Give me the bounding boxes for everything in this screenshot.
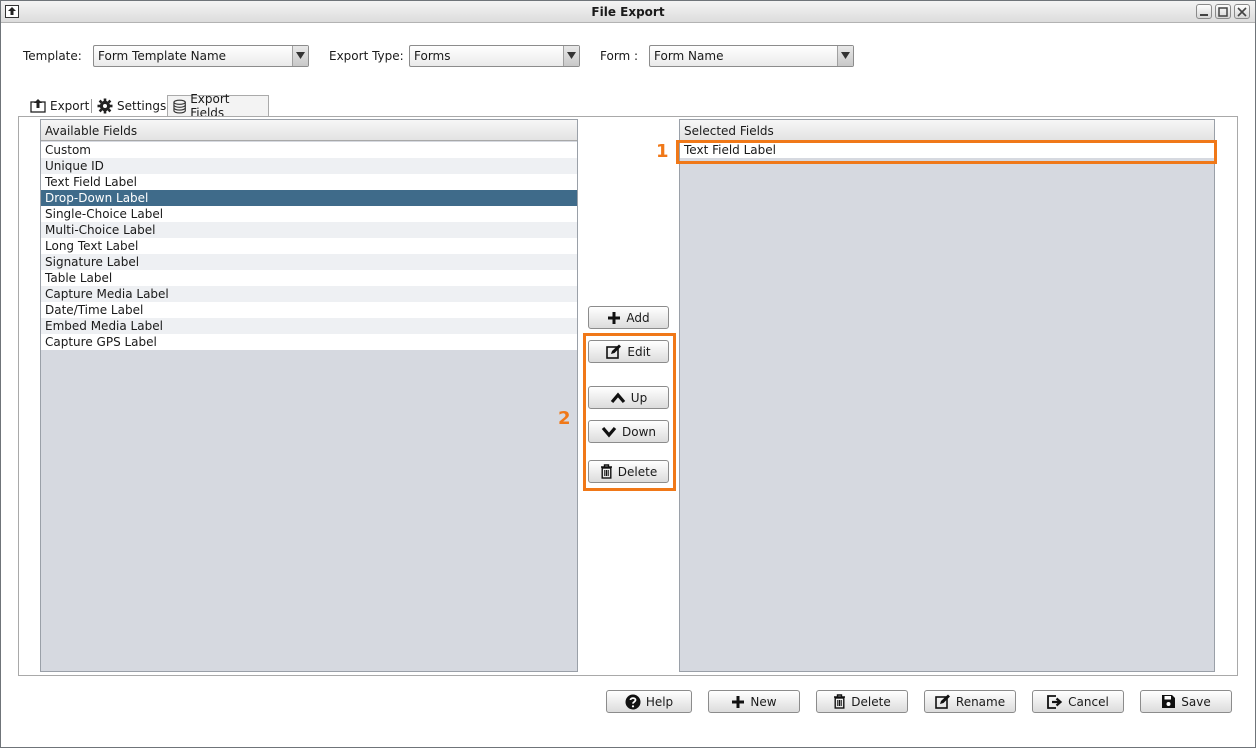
minimize-button[interactable]	[1196, 4, 1212, 19]
template-value: Form Template Name	[98, 49, 227, 63]
save-icon	[1162, 695, 1176, 708]
plus-icon	[608, 311, 621, 324]
form-dropdown[interactable]: Form Name	[649, 45, 854, 67]
delete-template-label: Delete	[851, 694, 891, 709]
available-field-item[interactable]: Multi-Choice Label	[41, 222, 577, 238]
tab-export-label: Export	[50, 98, 90, 113]
available-fields-rows: Custom Unique ID Text Field Label Drop-Down…	[41, 142, 577, 350]
edit-icon	[935, 694, 950, 709]
template-dropdown[interactable]: Form Template Name	[93, 45, 309, 67]
close-window-button[interactable]	[1234, 4, 1250, 19]
chevron-down-icon	[563, 46, 579, 66]
callout-number-2: 2	[558, 408, 571, 429]
maximize-button[interactable]	[1215, 4, 1231, 19]
available-field-item[interactable]: Single-Choice Label	[41, 206, 577, 222]
tab-export[interactable]: Export	[25, 95, 94, 116]
help-label: Help	[645, 694, 674, 709]
new-label: New	[750, 694, 777, 709]
highlight-box-1	[676, 140, 1217, 164]
available-field-item[interactable]: Embed Media Label	[41, 318, 577, 334]
tab-settings[interactable]: Settings	[92, 95, 171, 116]
add-label: Add	[626, 310, 650, 325]
available-field-item[interactable]: Table Label	[41, 270, 577, 286]
available-field-item[interactable]: Text Field Label	[41, 174, 577, 190]
available-fields-list[interactable]: Available Fields Custom Unique ID Text Fie…	[40, 119, 578, 672]
chevron-down-icon	[292, 46, 308, 66]
available-field-item[interactable]: Unique ID	[41, 158, 577, 174]
help-button[interactable]: Help	[606, 690, 692, 713]
tab-export-fields[interactable]: Export Fields	[167, 92, 269, 120]
available-field-item[interactable]: Custom	[41, 142, 577, 158]
form-label: Form :	[600, 49, 639, 63]
exit-icon	[1047, 694, 1063, 709]
available-field-item[interactable]: Drop-Down Label	[41, 190, 577, 206]
rename-label: Rename	[955, 694, 1006, 709]
form-value: Form Name	[654, 49, 724, 63]
available-field-item[interactable]: Capture GPS Label	[41, 334, 577, 350]
save-button[interactable]: Save	[1140, 690, 1232, 713]
selected-fields-header: Selected Fields	[680, 120, 1214, 141]
available-field-item[interactable]: Date/Time Label	[41, 302, 577, 318]
export-icon	[30, 98, 46, 113]
export-type-dropdown[interactable]: Forms	[409, 45, 580, 67]
template-label: Template:	[23, 49, 82, 63]
database-icon	[173, 99, 186, 113]
close-icon	[1237, 7, 1247, 17]
save-label: Save	[1181, 694, 1211, 709]
add-field-button[interactable]: Add	[588, 306, 669, 329]
available-field-item[interactable]: Signature Label	[41, 254, 577, 270]
file-export-window: File Export Template: Form Template Name…	[0, 0, 1256, 748]
tab-settings-label: Settings	[117, 98, 167, 113]
available-fields-header: Available Fields	[41, 120, 577, 141]
export-type-value: Forms	[414, 49, 451, 63]
rename-button[interactable]: Rename	[924, 690, 1016, 713]
gear-icon	[97, 98, 113, 113]
chevron-down-icon	[837, 46, 853, 66]
trash-icon	[834, 694, 846, 709]
new-button[interactable]: New	[708, 690, 800, 713]
export-type-label: Export Type:	[329, 49, 404, 63]
available-field-item[interactable]: Capture Media Label	[41, 286, 577, 302]
title-bar: File Export	[1, 1, 1255, 23]
delete-template-button[interactable]: Delete	[816, 690, 908, 713]
help-icon	[625, 694, 641, 709]
available-field-item[interactable]: Long Text Label	[41, 238, 577, 254]
minimize-icon	[1200, 14, 1208, 16]
selected-fields-list[interactable]: Selected Fields Text Field Label	[679, 119, 1215, 672]
highlight-box-2	[583, 333, 676, 491]
callout-number-1: 1	[656, 141, 669, 162]
plus-icon	[732, 695, 745, 708]
window-title: File Export	[591, 5, 665, 19]
cancel-button[interactable]: Cancel	[1032, 690, 1124, 713]
maximize-icon	[1218, 7, 1228, 17]
cancel-label: Cancel	[1068, 694, 1109, 709]
